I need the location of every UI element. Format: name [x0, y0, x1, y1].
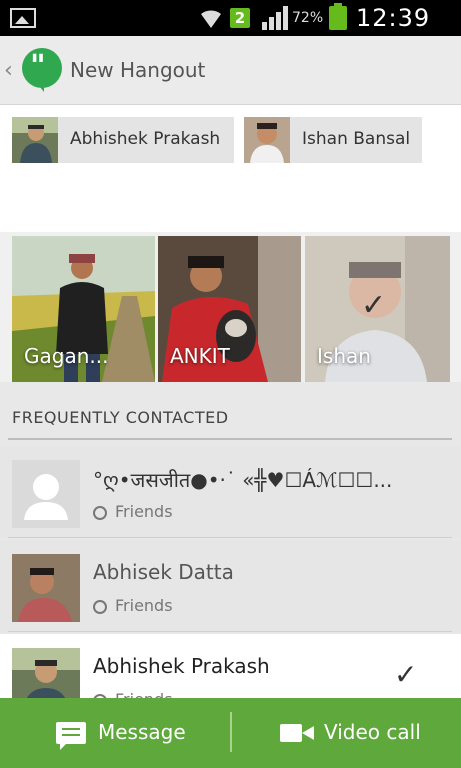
message-icon: [56, 722, 86, 750]
battery-percent: 72%: [292, 10, 324, 26]
battery-icon: [329, 3, 347, 30]
contact-name: Abhishek Prakash: [93, 654, 270, 678]
contact-tile-name: Gagan...: [24, 344, 109, 368]
message-button-label: Message: [98, 720, 186, 744]
video-call-button-label: Video call: [324, 720, 421, 744]
recipient-chip[interactable]: Abhishek Prakash: [12, 117, 234, 163]
video-camera-icon: [280, 724, 314, 742]
wifi-icon: [198, 6, 224, 35]
signal-strength-icon: [262, 6, 290, 30]
avatar: [12, 117, 58, 163]
hangouts-logo-icon[interactable]: ": [22, 48, 62, 92]
contact-tile-name: Ishan: [317, 344, 371, 368]
gallery-notification-icon: [10, 8, 36, 28]
checkmark-icon: ✓: [361, 288, 387, 323]
avatar: [12, 554, 80, 622]
contact-name: °ღ•जसजीत●•·˙ «╬♥☐Áℳ☐☐...: [93, 468, 393, 492]
bottom-action-bar: Message Video call: [0, 698, 461, 768]
contact-tile-ishan[interactable]: ✓ Ishan: [305, 236, 450, 382]
contact-row[interactable]: °ღ•जसजीत●•·˙ «╬♥☐Áℳ☐☐... Friends: [0, 446, 461, 538]
recipient-chip[interactable]: Ishan Bansal: [244, 117, 422, 163]
checkmark-icon: ✓: [394, 658, 418, 691]
circles-icon: [93, 600, 107, 614]
contact-group: Friends: [93, 596, 173, 615]
row-divider: [8, 631, 452, 632]
contact-group: Friends: [93, 502, 173, 521]
notification-count-badge: 2: [230, 8, 250, 28]
row-divider: [8, 537, 452, 538]
contact-tile-gagan[interactable]: Gagan...: [12, 236, 155, 382]
action-bar: ‹ " New Hangout: [0, 36, 461, 105]
circles-icon: [93, 506, 107, 520]
status-bar: 2 72% 12:39 PM: [0, 0, 461, 60]
message-button[interactable]: Message: [0, 712, 228, 752]
section-divider: [8, 438, 452, 440]
contact-name: Abhisek Datta: [93, 560, 234, 584]
recipient-chip-label: Ishan Bansal: [302, 129, 411, 149]
video-call-button[interactable]: Video call: [232, 712, 461, 752]
default-avatar-icon: [12, 460, 80, 528]
page-title: New Hangout: [70, 58, 206, 82]
suggested-contacts-row: Gagan... ANKIT ✓ Ishan: [0, 232, 461, 382]
contact-row[interactable]: Abhisek Datta Friends: [0, 540, 461, 632]
avatar: [244, 117, 290, 163]
contact-tile-name: ANKIT: [170, 344, 230, 368]
section-header: FREQUENTLY CONTACTED: [12, 408, 229, 427]
contact-tile-ankit[interactable]: ANKIT: [158, 236, 301, 382]
back-chevron-icon[interactable]: ‹: [4, 58, 13, 83]
recipient-chip-label: Abhishek Prakash: [70, 129, 221, 149]
recipient-chips-area[interactable]: Abhishek Prakash Ishan Bansal: [0, 105, 461, 232]
